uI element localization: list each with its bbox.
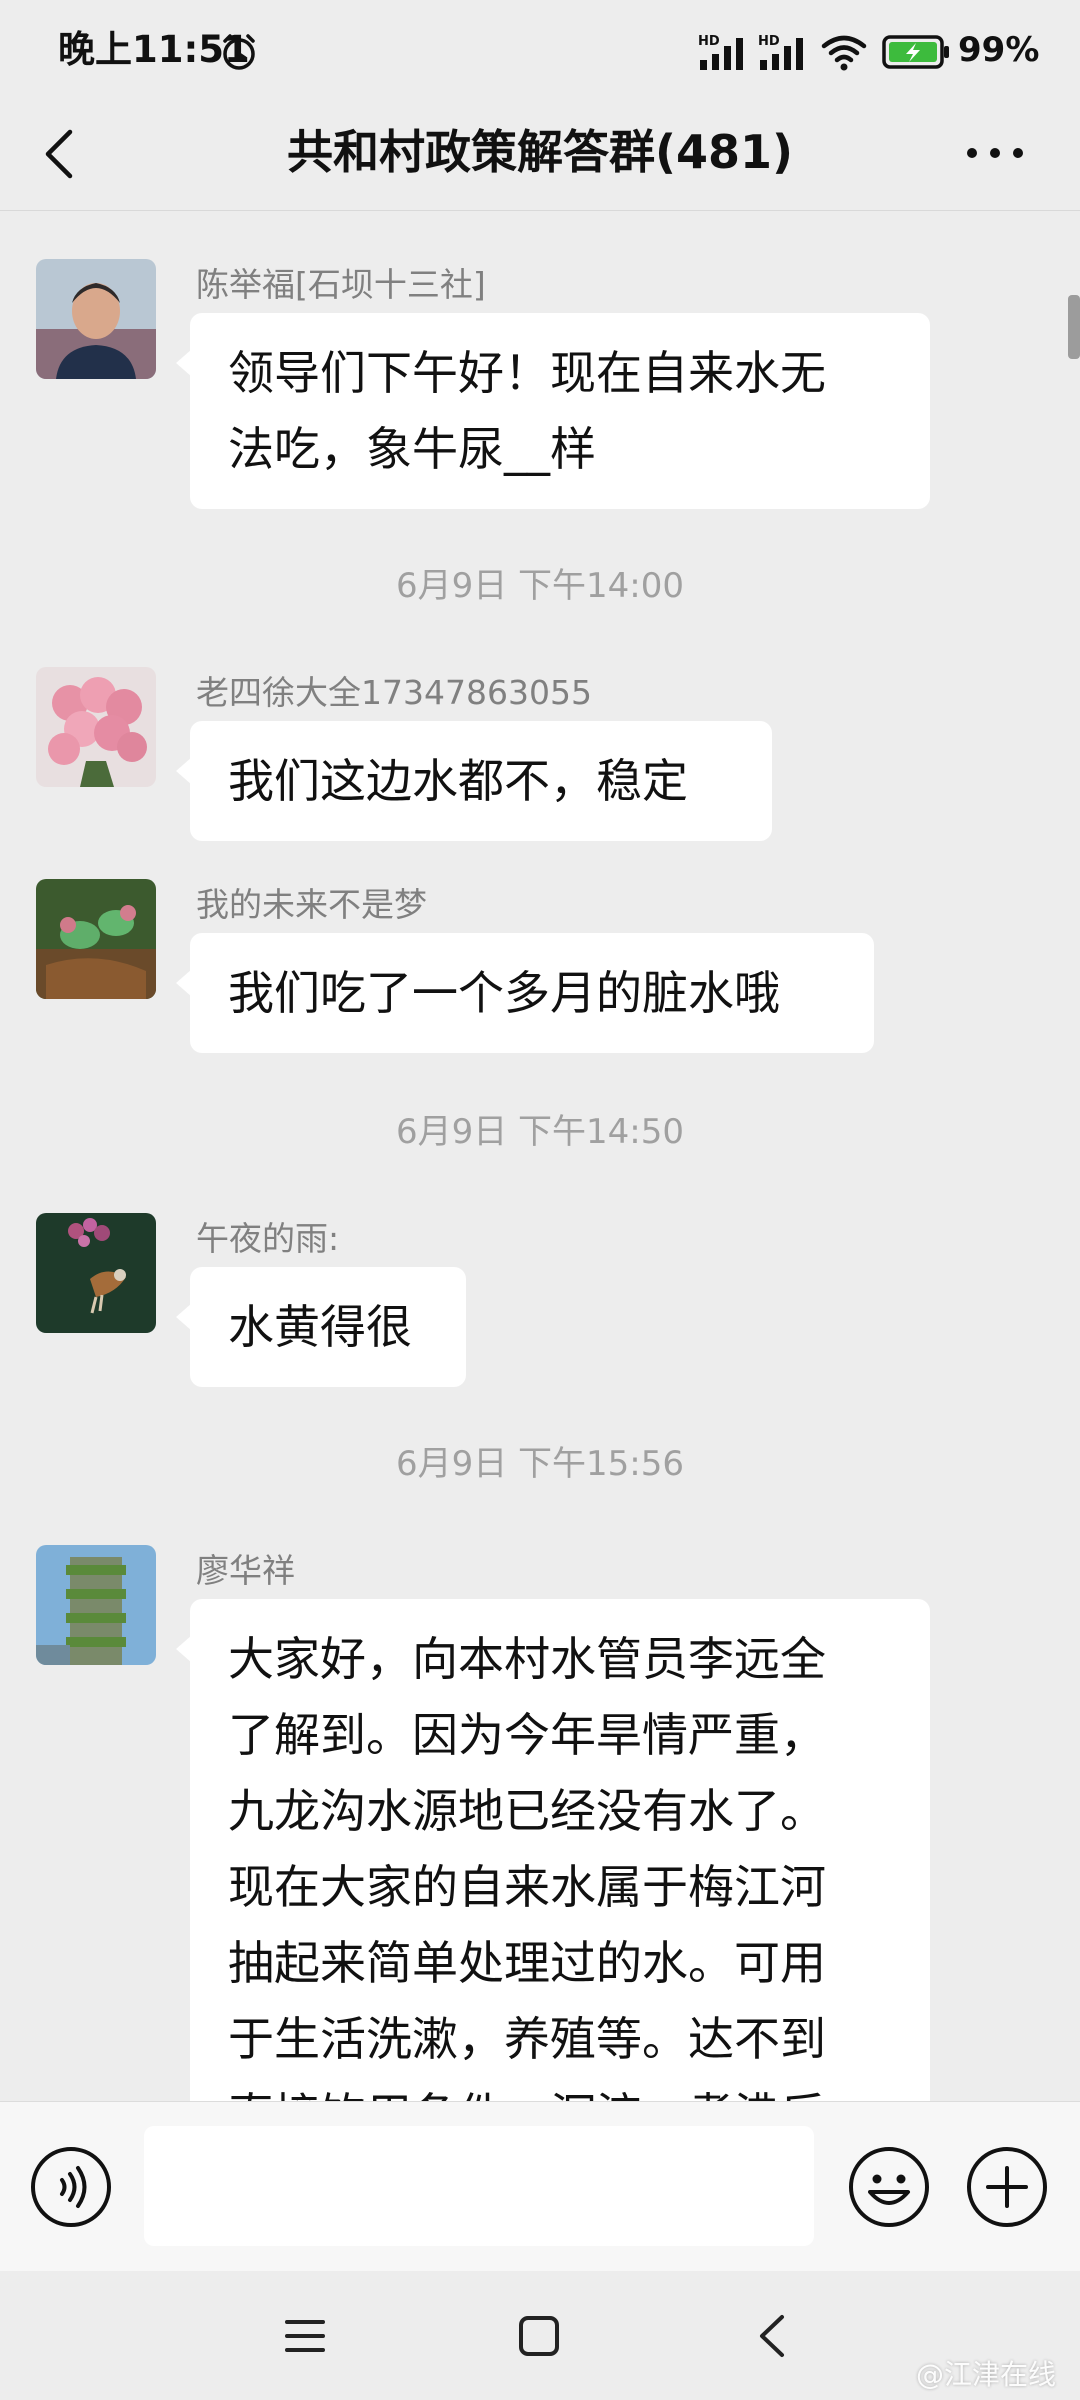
cellular-signal-icon: HD (758, 34, 803, 70)
message-text-line: 直接饮用条件，沉淀，煮沸后 (228, 2077, 892, 2101)
message-text-line: 水黄得很 (228, 1300, 412, 1354)
more-dots-icon[interactable] (960, 128, 1030, 178)
message-bubble[interactable]: 水黄得很 (176, 1267, 466, 1387)
voice-icon[interactable] (28, 2144, 114, 2230)
cellular-signal-icon: HD (698, 34, 743, 70)
sender-name: 陈举福[石坝十三社] (196, 265, 486, 304)
message-list[interactable]: 陈举福[石坝十三社] 领导们下午好！现在自来水无 法吃，象牛尿__样 6月9日 … (0, 211, 1080, 2101)
avatar[interactable] (36, 1545, 156, 1665)
sender-name: 老四徐大全17347863055 (196, 673, 592, 712)
message-text-line: 大家好，向本村水管员李远全 (228, 1632, 826, 1686)
timestamp: 6月9日 下午14:00 (395, 566, 685, 606)
battery-percent: 99% (958, 30, 1040, 70)
sender-name: 午夜的雨: (196, 1219, 340, 1258)
message-text-line: 于生活洗漱，养殖等。达不到 (228, 2012, 826, 2066)
message-input[interactable] (144, 2126, 814, 2246)
sender-name: 廖华祥 (196, 1551, 295, 1590)
message-text-line: 了解到。因为今年旱情严重， (228, 1708, 826, 1762)
message-text-line: 现在大家的自来水属于梅江河 (228, 1860, 826, 1914)
emoji-icon[interactable] (846, 2144, 932, 2230)
avatar[interactable] (36, 1213, 156, 1333)
avatar[interactable] (36, 879, 156, 999)
signal-2-label: HD (758, 34, 780, 49)
input-bar (0, 2101, 1080, 2272)
alarm-clock-icon (223, 34, 255, 70)
chevron-left-icon[interactable] (36, 122, 80, 186)
watermark: @江津在线 (915, 2358, 1056, 2391)
message-text-line: 我们吃了一个多月的脏水哦 (228, 966, 780, 1020)
sender-name: 我的未来不是梦 (196, 885, 427, 924)
avatar[interactable] (36, 259, 156, 379)
message-bubble[interactable]: 我们吃了一个多月的脏水哦 (176, 933, 874, 1053)
scrollbar-thumb[interactable] (1068, 295, 1080, 359)
home-square-icon[interactable] (516, 2313, 562, 2359)
message-text-line: 领导们下午好！现在自来水无 (228, 346, 826, 400)
message-bubble[interactable]: 领导们下午好！现在自来水无 法吃，象牛尿__样 (176, 313, 930, 509)
wifi-icon (821, 35, 867, 71)
timestamp: 6月9日 下午15:56 (395, 1444, 685, 1484)
avatar[interactable] (36, 667, 156, 787)
menu-icon[interactable] (282, 2313, 328, 2359)
title-bar: 共和村政策解答群(481) (0, 100, 1080, 211)
system-nav-bar: @江津在线 (0, 2271, 1080, 2400)
chat-title: 共和村政策解答群(481) (286, 125, 794, 179)
message-text-line: 九龙沟水源地已经没有水了。 (228, 1784, 826, 1838)
battery-icon (882, 35, 949, 69)
message-bubble[interactable]: 我们这边水都不，稳定 (176, 721, 772, 841)
timestamp: 6月9日 下午14:50 (395, 1112, 685, 1152)
nav-back-icon[interactable] (752, 2311, 792, 2361)
plus-icon[interactable] (964, 2144, 1050, 2230)
message-text-line: 抽起来简单处理过的水。可用 (228, 1936, 826, 1990)
status-bar: 晚上11:51 HD HD 99% (0, 0, 1080, 100)
message-text-line: 法吃，象牛尿__样 (228, 422, 596, 476)
message-text-line: 我们这边水都不，稳定 (228, 754, 688, 808)
message-bubble[interactable]: 大家好，向本村水管员李远全 了解到。因为今年旱情严重， 九龙沟水源地已经没有水了… (176, 1599, 930, 2101)
signal-1-label: HD (698, 34, 720, 49)
